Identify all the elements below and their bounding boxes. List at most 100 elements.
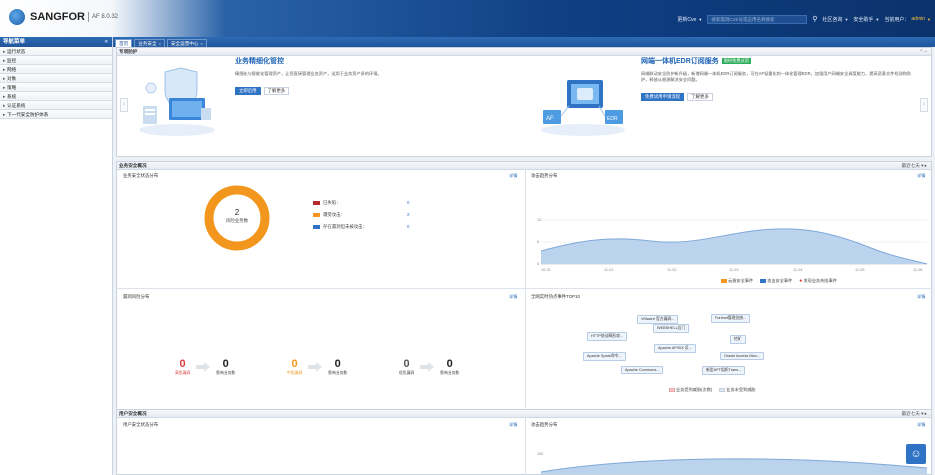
free-trial-badge: 限时免费试用	[721, 58, 751, 64]
sidebar-item-auth[interactable]: ▸ 认证系统	[0, 101, 112, 110]
carousel-next-button[interactable]: ›	[920, 98, 928, 112]
legend-value[interactable]: 2	[407, 212, 409, 217]
promo-actions: 免费试用申请流程 了解更多	[641, 93, 916, 101]
sidebar-item-label: 对象	[7, 76, 17, 81]
legend-swatch	[721, 278, 727, 283]
hot-event-tag[interactable]: WEBSHELL后门	[653, 324, 690, 333]
hot-event-tag[interactable]: 挖矿	[730, 335, 746, 344]
sidebar-item-label: 认证系统	[7, 103, 26, 108]
tab-business-security[interactable]: 业务安全 ×	[134, 39, 165, 47]
time-range-label: 最近七天	[901, 411, 920, 416]
subsection-title: 全网实时热点事件TOP10	[531, 294, 580, 299]
promo-actions: 立即启用 了解更多	[235, 87, 535, 95]
hot-event-tag[interactable]: VMware 官方漏洞...	[637, 315, 679, 324]
detail-link[interactable]: 详情	[509, 422, 517, 428]
collapse-icon[interactable]: ⌃ –	[919, 48, 927, 56]
hot-event-tag[interactable]: Apache Commons...	[621, 366, 664, 374]
attack-area	[541, 458, 927, 474]
stat-right: 0 影响业务数	[440, 358, 459, 376]
sidebar-item-objects[interactable]: ▸ 对象	[0, 74, 112, 83]
legend-label: 云盾安全事件	[728, 278, 754, 283]
enable-now-button[interactable]: 立即启用	[235, 87, 261, 95]
legend-item: 业务未受到威胁	[719, 387, 756, 393]
community-menu[interactable]: 社区咨询 ▼	[822, 16, 848, 23]
sidebar-item-label: 策略	[7, 85, 17, 90]
legend-item: 业务受到威胁(次数)	[669, 387, 712, 393]
stat-number[interactable]: 0	[440, 358, 459, 370]
hot-event-tag[interactable]: Apache Spark命令...	[583, 352, 626, 361]
hot-events-legend: 业务受到威胁(次数) 业务未受到威胁	[669, 387, 756, 393]
stat-right: 0 影响业务数	[216, 358, 235, 376]
stat-number[interactable]: 0	[175, 358, 190, 370]
legend-item: 云盾安全事件	[721, 278, 753, 284]
cve-selector[interactable]: 更新Cve ▼	[677, 16, 702, 23]
special-protection-panel: 专项防护 ⌃ – ‹ › 业务精细化管控 精细化与智能化管理资产，让您直接管理业…	[116, 47, 932, 157]
search-input[interactable]: 搜索漏洞CVE号或应用名称搜索	[707, 14, 808, 24]
tab-home[interactable]: 首页	[115, 39, 133, 47]
stat-number[interactable]: 0	[399, 358, 414, 370]
stat-number[interactable]: 0	[287, 358, 302, 370]
arrow-right-icon	[196, 362, 211, 372]
medium-vuln-stat: 0 中危漏洞 0 影响业务数	[287, 358, 347, 376]
learn-more-button[interactable]: 了解更多	[687, 93, 713, 101]
promo-fine-grained-control: 业务精细化管控 精细化与智能化管理资产，让您直接管理业务资产，适用于业务资产多的…	[235, 56, 535, 156]
subsection-title: 业务安全状态分布	[123, 173, 159, 178]
main-content: 专项防护 ⌃ – ‹ › 业务精细化管控 精细化与智能化管理资产，让您直接管理业…	[116, 47, 933, 475]
user-menu[interactable]: 当前用户： admin ▼	[884, 16, 931, 23]
sidebar-item-monitor[interactable]: ▸ 监控	[0, 56, 112, 65]
sidebar-item-policy[interactable]: ▸ 策略	[0, 83, 112, 92]
stat-number[interactable]: 0	[328, 358, 347, 370]
carousel-prev-button[interactable]: ‹	[120, 98, 128, 112]
legend-item: ● 发现业务失陷事件	[799, 278, 837, 284]
subsection-title: 用户安全状态分布	[123, 422, 159, 427]
detail-link[interactable]: 详情	[917, 422, 925, 428]
promo-title: 网端一体机EDR订阅服务 限时免费试用	[641, 56, 916, 66]
sidebar-item-label: 系统	[7, 94, 17, 99]
detail-link[interactable]: 详情	[509, 294, 517, 300]
x-tick-label: 11-01	[604, 268, 614, 272]
user-label: 当前用户：	[884, 16, 910, 23]
svg-text:EDR: EDR	[607, 116, 618, 122]
x-tick-label: 10-31	[541, 268, 551, 272]
x-tick-label: 11-04	[793, 268, 803, 272]
stat-number[interactable]: 0	[216, 358, 235, 370]
detail-link[interactable]: 详情	[509, 173, 517, 179]
hot-event-tag[interactable]: Apache APISIX 反...	[654, 344, 696, 353]
sidebar-item-label: 运行状态	[7, 49, 26, 54]
tab-soc[interactable]: 安全运营中心 ×	[166, 39, 207, 47]
chevron-down-icon: ▼	[875, 16, 880, 22]
customer-service-icon[interactable]: ☺	[906, 444, 926, 464]
trial-apply-button[interactable]: 免费试用申请流程	[641, 93, 685, 101]
legend-swatch	[313, 201, 320, 205]
sidebar-item-label: 下一代安全防护体系	[7, 112, 49, 117]
sidebar-item-network[interactable]: ▸ 网络	[0, 65, 112, 74]
time-range-selector[interactable]: 最近七天 ▾ ▸	[901, 162, 927, 170]
hot-event-tag[interactable]: Oracle Access Man...	[720, 352, 764, 360]
collapse-icon[interactable]: «	[105, 37, 108, 47]
cve-selector-label: 更新Cve	[677, 16, 697, 23]
detail-link[interactable]: 详情	[917, 294, 925, 300]
sidebar-item-system[interactable]: ▸ 系统	[0, 92, 112, 101]
risk-business-label: 风险业务数	[226, 218, 248, 223]
time-range-selector[interactable]: 最近七天 ▾ ▸	[901, 410, 927, 418]
app-header: SANGFOR AF 8.0.32 更新Cve ▼ 搜索漏洞CVE号或应用名称搜…	[0, 0, 935, 37]
sidebar-item-next-gen[interactable]: ▸ 下一代安全防护体系	[0, 110, 112, 119]
donut-center: 2 风险业务数	[201, 208, 273, 224]
hot-event-tag[interactable]: 新型APT组织Trans...	[702, 366, 746, 375]
x-tick-label: 11-03	[729, 268, 739, 272]
hot-event-tag[interactable]: HTTP协议畸形攻...	[587, 332, 628, 341]
legend-label: 业务受到威胁(次数)	[676, 387, 713, 392]
search-icon[interactable]: ⚲	[812, 15, 817, 23]
learn-more-button[interactable]: 了解更多	[263, 87, 290, 95]
sidebar-item-label: 监控	[7, 58, 17, 63]
detail-link[interactable]: 详情	[917, 173, 925, 179]
legend-item: 遭受攻击：	[313, 212, 345, 218]
panel-header: 专项防护 ⌃ –	[117, 48, 931, 56]
subsection-title: 攻击趋势分布	[531, 173, 558, 178]
hot-event-tag[interactable]: Fortinet管理员绕...	[711, 314, 751, 323]
sidebar-item-status[interactable]: ▸ 运行状态	[0, 47, 112, 56]
legend-value[interactable]: 0	[407, 200, 409, 205]
security-assistant-menu[interactable]: 安全助手 ▼	[853, 16, 879, 23]
high-vuln-stat: 0 高危漏洞 0 影响业务数	[175, 358, 235, 376]
legend-value[interactable]: 0	[407, 224, 409, 229]
